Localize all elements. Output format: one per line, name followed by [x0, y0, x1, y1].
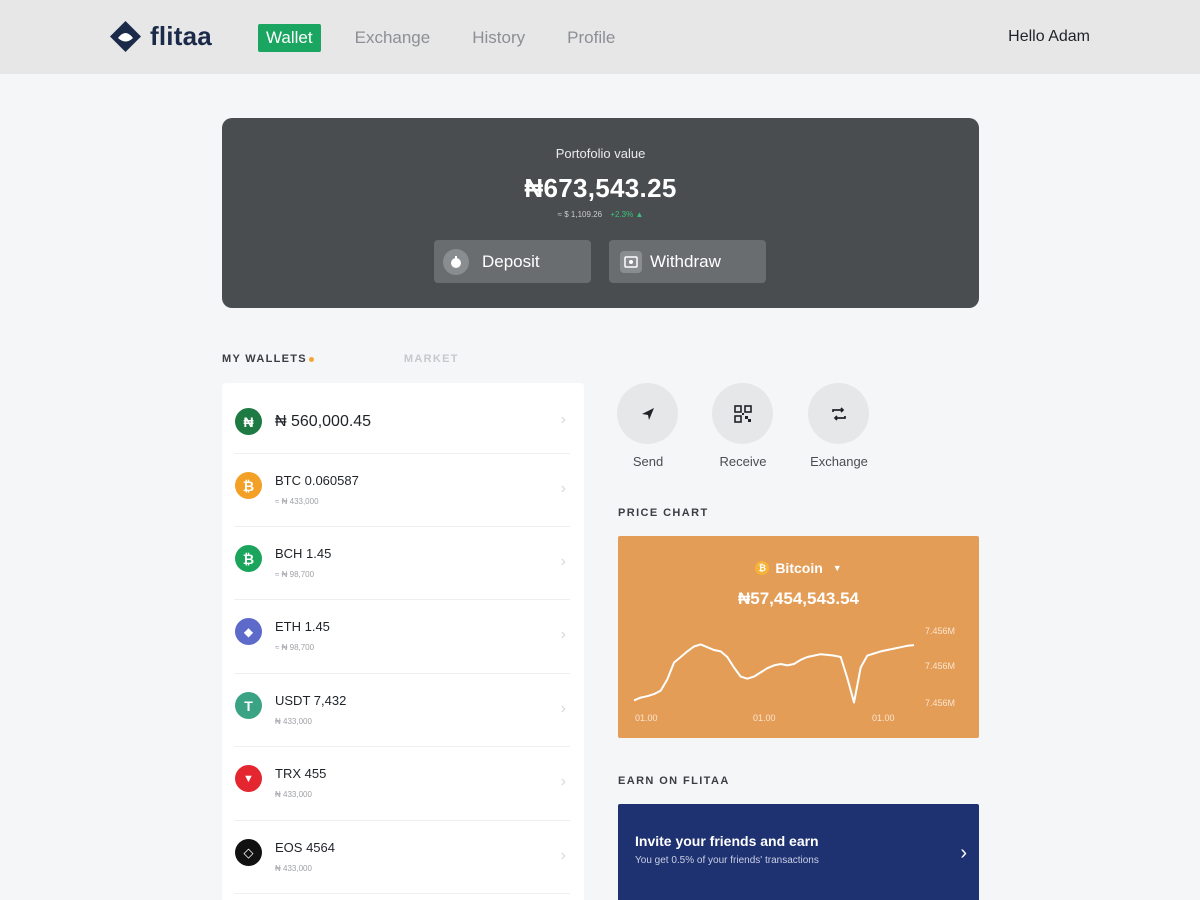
wallet-balance: ETH 1.45 [275, 619, 330, 634]
bitcoin-icon: ₿ [235, 472, 262, 499]
ethereum-icon: ◆ [235, 618, 262, 645]
portfolio-label: Portofolio value [555, 146, 646, 161]
exchange-label: Exchange [810, 454, 868, 469]
send-label: Send [632, 454, 664, 469]
portfolio-card: Portofolio value ₦673,543.25 ≈ $ 1,109.2… [222, 118, 979, 308]
chevron-right-icon: › [560, 480, 566, 497]
withdraw-icon [620, 250, 642, 273]
eos-icon: ◇ [235, 839, 262, 866]
wallet-row-ngn[interactable]: ₦ ₦ 560,000.45 › [234, 389, 570, 454]
chevron-right-icon: › [560, 773, 566, 790]
deposit-button[interactable]: Deposit [434, 240, 591, 283]
y-tick-label: 7.456M [925, 661, 955, 671]
tab-my-wallets[interactable]: MY WALLETS [222, 353, 314, 365]
receive-button[interactable]: Receive [712, 383, 774, 469]
portfolio-value: ₦673,543.25 [524, 173, 677, 203]
deposit-icon [443, 248, 469, 275]
send-icon [617, 383, 678, 444]
wallet-balance: BCH 1.45 [275, 546, 332, 561]
brand-logo[interactable]: flitaa [109, 20, 212, 53]
main-nav: Wallet Exchange History Profile [258, 24, 623, 52]
portfolio-usd-value: ≈ $ 1,109.26 [557, 210, 603, 219]
wallet-row-eth[interactable]: ◆ ETH 1.45 ≈ ₦ 98,700 › [234, 600, 570, 674]
receive-label: Receive [719, 454, 767, 469]
x-tick-label: 01.00 [753, 713, 776, 723]
chevron-right-icon: › [560, 411, 566, 428]
nav-tab-exchange[interactable]: Exchange [347, 24, 439, 52]
exchange-icon [808, 383, 869, 444]
bitcoin-cash-icon: ₿ [235, 545, 262, 572]
invite-title: Invite your friends and earn [635, 833, 819, 849]
chevron-right-icon: › [560, 700, 566, 717]
exchange-button[interactable]: Exchange [808, 383, 870, 469]
tab-my-wallets-label: MY WALLETS [222, 353, 307, 365]
send-button[interactable]: Send [617, 383, 679, 469]
chevron-right-icon: › [560, 553, 566, 570]
naira-icon: ₦ [235, 408, 262, 435]
price-chart-heading: PRICE CHART [618, 507, 709, 519]
wallet-balance: TRX 455 [275, 766, 327, 781]
wallet-row-bch[interactable]: ₿ BCH 1.45 ≈ ₦ 98,700 › [234, 527, 570, 600]
wallet-fiat-value: ≈ ₦ 433,000 [275, 497, 319, 506]
qr-code-icon [712, 383, 773, 444]
portfolio-change: +2.3% ▲ [610, 210, 644, 219]
user-greeting[interactable]: Hello Adam [1008, 28, 1090, 46]
wallet-fiat-value: ₦ 433,000 [275, 717, 312, 726]
wallet-fiat-value: ≈ ₦ 98,700 [275, 570, 315, 579]
deposit-label: Deposit [482, 251, 540, 271]
active-dot-icon [308, 356, 314, 362]
brand-name: flitaa [150, 21, 212, 51]
price-line [633, 643, 915, 704]
tron-icon: ▼ [235, 765, 262, 792]
logo-icon [109, 20, 142, 53]
wallet-fiat-value: ≈ ₦ 98,700 [275, 643, 315, 652]
tab-market[interactable]: MARKET [404, 353, 459, 365]
wallet-fiat-value: ₦ 433,000 [275, 790, 312, 799]
x-tick-label: 01.00 [635, 713, 658, 723]
wallet-balance: EOS 4564 [275, 840, 335, 855]
wallet-balance: ₦ 560,000.45 [275, 413, 372, 430]
invite-friends-card[interactable]: Invite your friends and earn You get 0.5… [618, 804, 979, 900]
chevron-right-icon: › [960, 842, 967, 864]
tether-icon: T [235, 692, 262, 719]
chevron-right-icon: › [560, 626, 566, 643]
nav-tab-profile[interactable]: Profile [559, 24, 623, 52]
earn-heading: EARN ON FLITAA [618, 775, 730, 787]
chevron-right-icon: › [560, 847, 566, 864]
wallet-balance: USDT 7,432 [275, 693, 347, 708]
wallet-fiat-value: ₦ 433,000 [275, 864, 312, 873]
nav-tab-history[interactable]: History [464, 24, 533, 52]
wallet-row-trx[interactable]: ▼ TRX 455 ₦ 433,000 › [234, 747, 570, 821]
wallet-row-eos[interactable]: ◇ EOS 4564 ₦ 433,000 › [234, 821, 570, 894]
y-tick-label: 7.456M [925, 698, 955, 708]
price-line-chart: 7.456M 7.456M 7.456M 01.00 01.00 01.00 [633, 626, 955, 723]
top-navigation-bar: flitaa Wallet Exchange History Profile H… [0, 0, 1200, 74]
wallet-row-btc[interactable]: ₿ BTC 0.060587 ≈ ₦ 433,000 › [234, 454, 570, 527]
price-chart-card: ₿ Bitcoin ▼ ₦57,454,543.54 7.456M 7.456M 7… [618, 536, 979, 738]
y-tick-label: 7.456M [925, 626, 955, 636]
invite-subtitle: You get 0.5% of your friends' transactio… [635, 855, 819, 866]
wallet-tabs: MY WALLETS MARKET [222, 353, 459, 365]
x-tick-label: 01.00 [872, 713, 895, 723]
withdraw-label: Withdraw [650, 251, 721, 271]
wallet-balance: BTC 0.060587 [275, 473, 359, 488]
portfolio-subvalue: ≈ $ 1,109.26 +2.3% ▲ [222, 210, 979, 219]
nav-tab-wallet[interactable]: Wallet [258, 24, 321, 52]
wallet-list: ₦ ₦ 560,000.45 › ₿ BTC 0.060587 ≈ ₦ 433,… [222, 383, 584, 900]
withdraw-button[interactable]: Withdraw [609, 240, 766, 283]
wallet-row-usdt[interactable]: T USDT 7,432 ₦ 433,000 › [234, 674, 570, 747]
